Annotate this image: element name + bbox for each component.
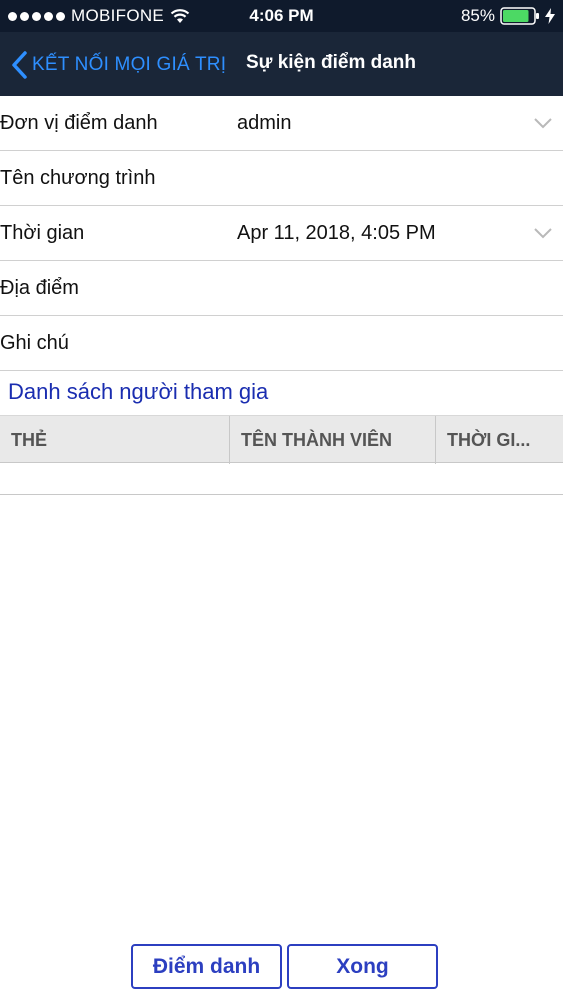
done-button[interactable]: Xong — [287, 944, 438, 989]
note-label: Ghi chú — [0, 332, 69, 354]
navigation-bar: KẾT NỐI MỌI GIÁ TRỊ Sự kiện điểm danh — [0, 32, 563, 96]
unit-value: admin — [237, 112, 292, 134]
note-row[interactable]: Ghi chú — [0, 316, 563, 371]
chevron-down-icon — [534, 228, 552, 239]
column-header-card[interactable]: THẺ — [0, 416, 230, 464]
time-value: Apr 11, 2018, 4:05 PM — [237, 222, 436, 244]
page-title: Sự kiện điểm danh — [246, 52, 417, 73]
table-row — [0, 463, 563, 495]
battery-percent: 85% — [460, 6, 495, 25]
status-bar: MOBIFONE 4:06 PM 85% — [0, 0, 563, 32]
participants-table-header: THẺ TÊN THÀNH VIÊN THỜI GI... — [0, 415, 563, 464]
unit-label: Đơn vị điểm danh — [0, 112, 158, 134]
checkin-button[interactable]: Điểm danh — [131, 944, 282, 989]
event-form: Đơn vị điểm danh admin Tên chương trình … — [0, 96, 563, 371]
location-row[interactable]: Địa điểm — [0, 261, 563, 316]
status-right: 85% — [461, 6, 555, 26]
unit-select-row[interactable]: Đơn vị điểm danh admin — [0, 96, 563, 151]
battery-icon — [500, 7, 539, 25]
column-header-time[interactable]: THỜI GI... — [436, 416, 563, 464]
time-label: Thời gian — [0, 222, 85, 244]
program-name-row[interactable]: Tên chương trình — [0, 151, 563, 206]
back-button-label: KẾT NỐI MỌI GIÁ TRỊ — [32, 54, 227, 75]
program-name-label: Tên chương trình — [0, 167, 156, 189]
location-label: Địa điểm — [0, 277, 79, 299]
chevron-down-icon — [534, 118, 552, 129]
column-header-member-name[interactable]: TÊN THÀNH VIÊN — [230, 416, 436, 464]
charging-bolt-icon — [545, 8, 555, 24]
time-select-row[interactable]: Thời gian Apr 11, 2018, 4:05 PM — [0, 206, 563, 261]
back-button[interactable]: KẾT NỐI MỌI GIÁ TRỊ — [10, 50, 226, 80]
participants-title: Danh sách người tham gia — [8, 379, 269, 404]
back-chevron-icon — [12, 51, 27, 79]
